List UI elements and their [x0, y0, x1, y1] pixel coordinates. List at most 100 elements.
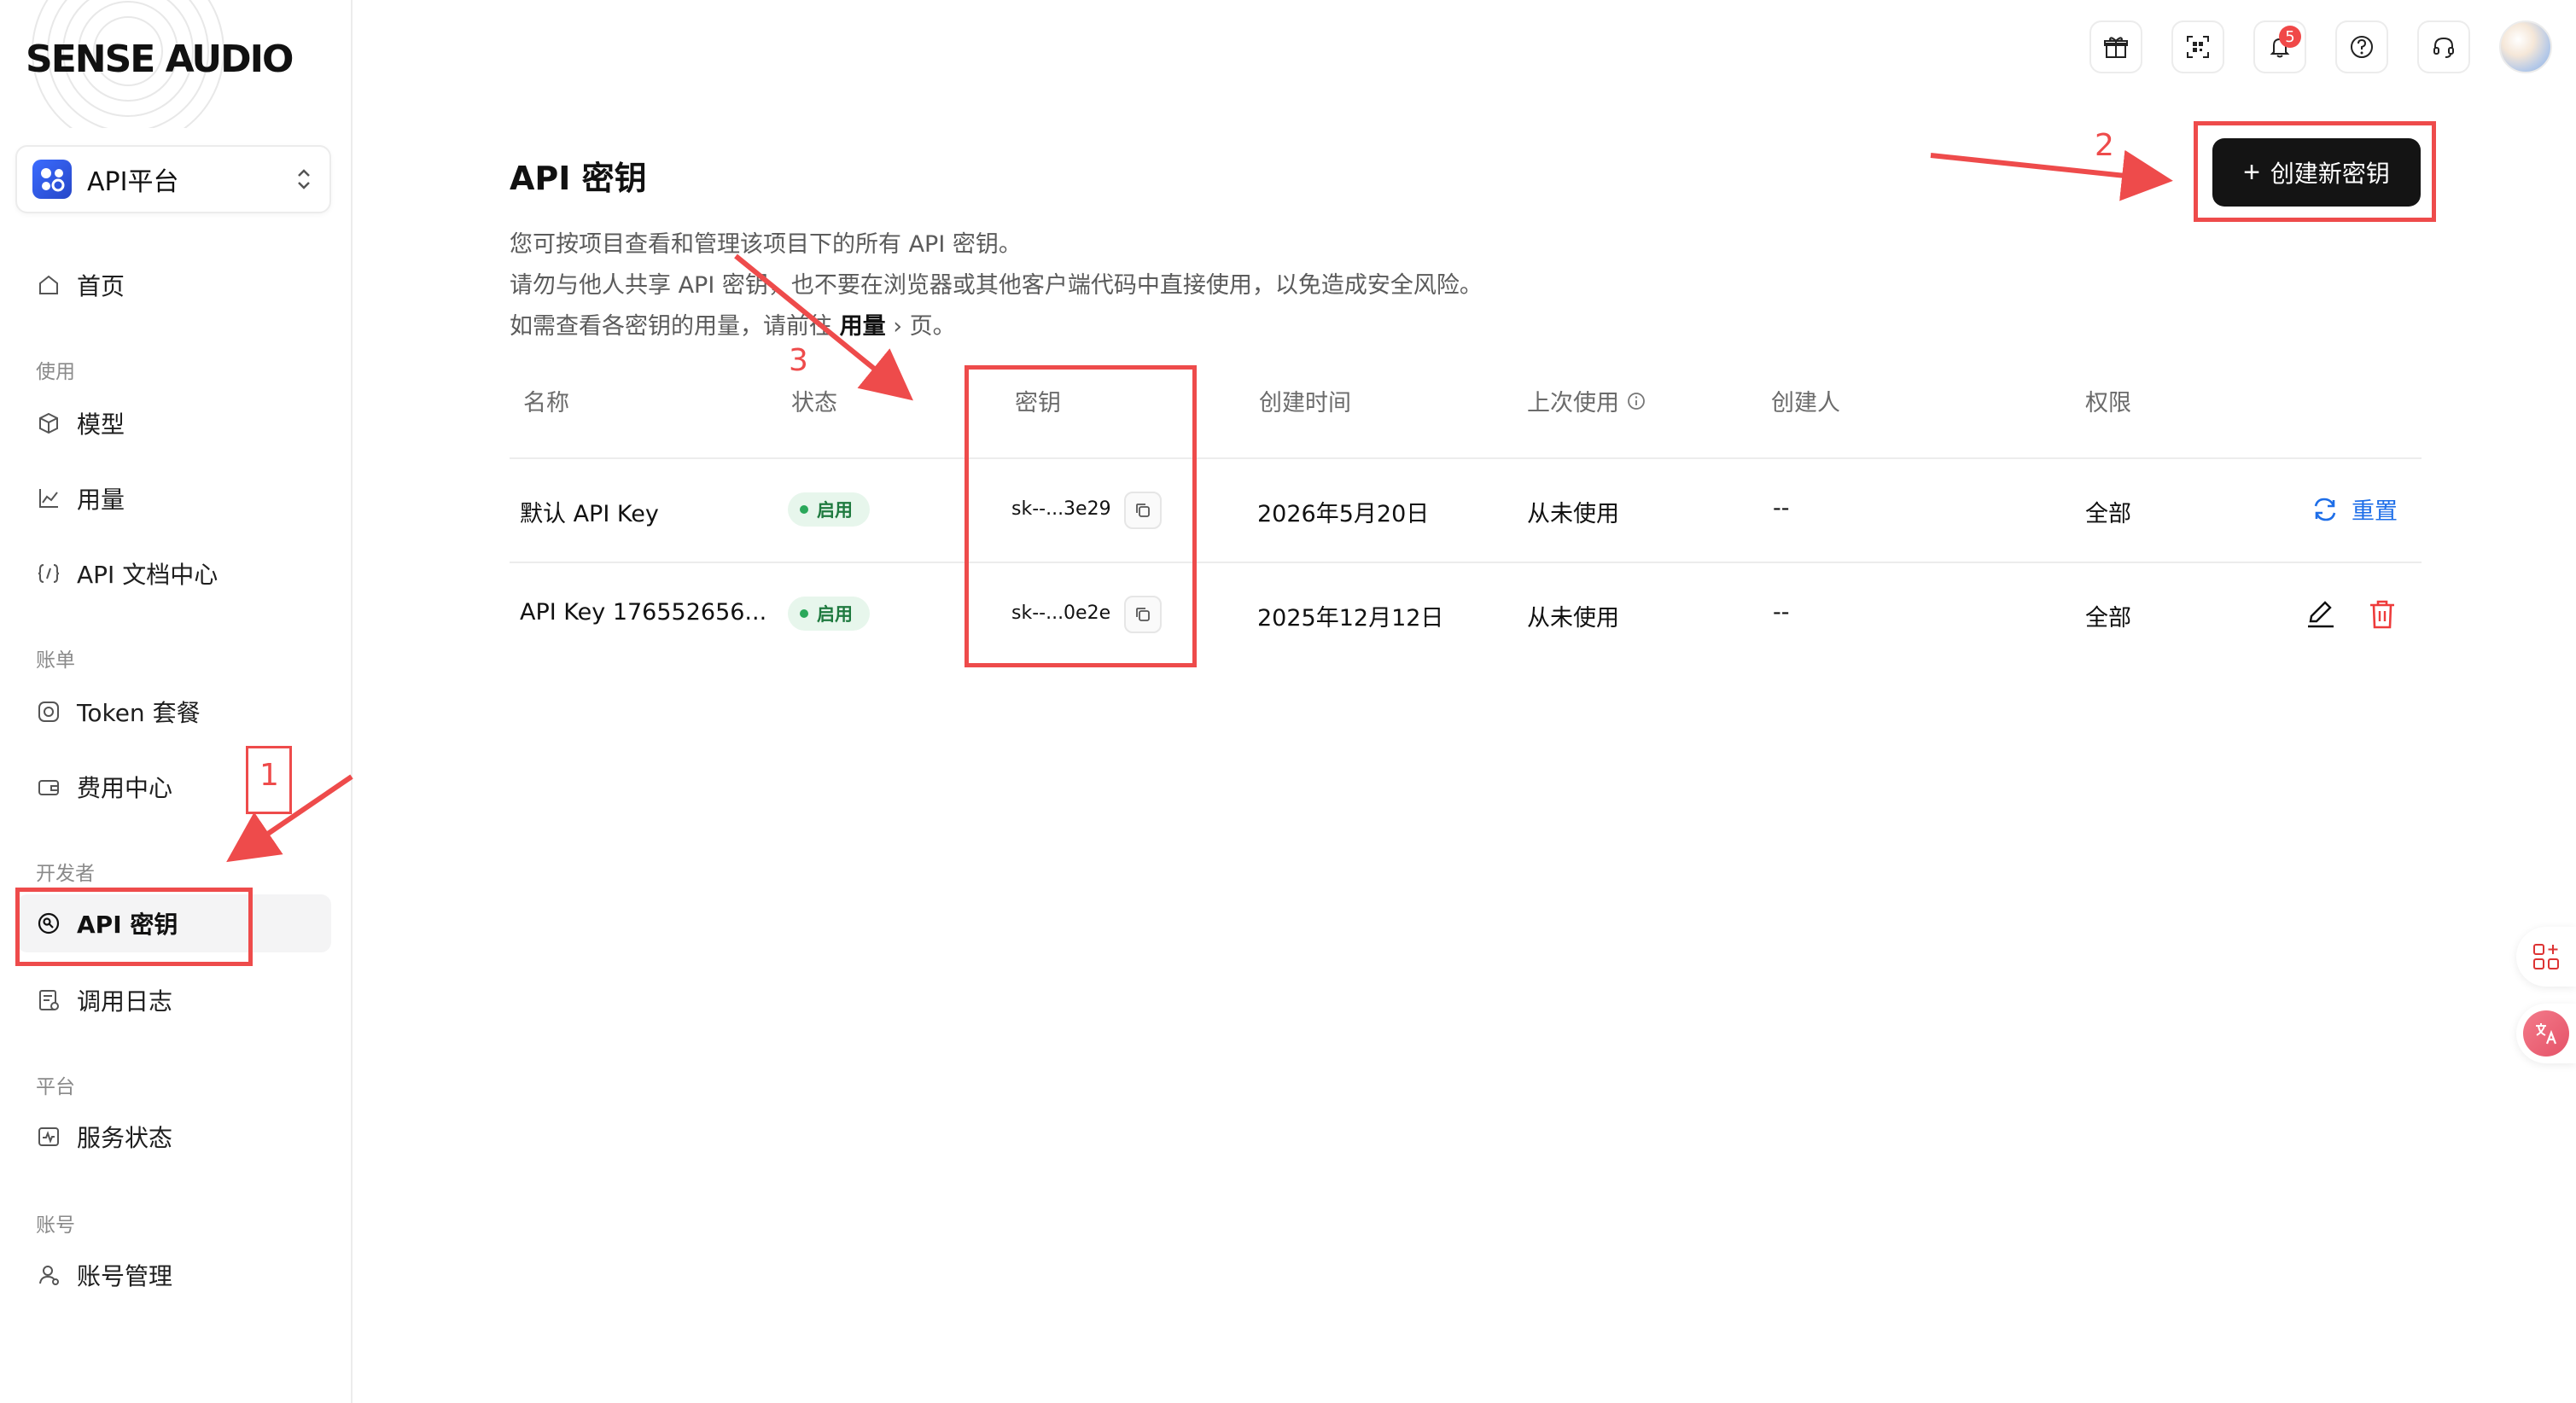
token-icon — [38, 702, 59, 722]
sidebar-item-label: Token 套餐 — [77, 699, 201, 727]
header-toolbar: 5 — [2089, 20, 2552, 73]
chart-line-icon — [39, 489, 58, 508]
sidebar-item-models[interactable]: 模型 — [17, 394, 331, 452]
annotation-number-1: 1 — [259, 758, 279, 793]
description-line-2: 请勿与他人共享 API 密钥，也不要在浏览器或其他客户端代码中直接使用，以免造成… — [510, 272, 1483, 299]
usage-link[interactable]: 用量 — [840, 313, 886, 340]
delete-key-button[interactable] — [2363, 596, 2401, 633]
qr-scan-button[interactable] — [2171, 20, 2224, 73]
trash-icon — [2370, 600, 2394, 629]
description-line-3: 如需查看各密钥的用量，请前往 用量 › 页。 — [510, 307, 956, 341]
status-badge: 启用 — [788, 597, 870, 631]
column-header-created: 创建时间 — [1259, 390, 1351, 416]
nav-group-account: 账号 — [36, 1214, 75, 1237]
chevron-right-icon: › — [893, 313, 902, 340]
apps-float-button[interactable] — [2516, 927, 2576, 987]
code-brackets-icon — [38, 564, 60, 583]
status-icon — [38, 1127, 59, 1146]
annotation-number-3: 3 — [789, 343, 808, 378]
reset-key-label: 重置 — [2352, 498, 2398, 525]
refresh-icon — [2314, 498, 2336, 521]
headset-icon — [2433, 37, 2454, 58]
nav-group-developer: 开发者 — [36, 863, 95, 885]
notifications-button[interactable]: 5 — [2253, 20, 2306, 73]
description-line-3-suffix: 页。 — [909, 313, 956, 340]
last-used: 从未使用 — [1527, 605, 1619, 632]
description-line-1: 您可按项目查看和管理该项目下的所有 API 密钥。 — [510, 231, 1022, 258]
home-icon — [39, 275, 58, 294]
info-icon[interactable] — [1626, 391, 1646, 411]
key-name: 默认 API Key — [520, 501, 659, 527]
reset-key-button[interactable]: 重置 — [2311, 492, 2398, 526]
pencil-icon — [2308, 601, 2334, 628]
brand-logo[interactable]: SENSE AUDIO — [26, 38, 294, 81]
gift-icon — [2104, 37, 2128, 58]
column-header-last-used-label: 上次使用 — [1527, 390, 1619, 416]
page-title: API 密钥 — [510, 160, 647, 197]
key-name: API Key 176552656... — [520, 599, 767, 626]
status-badge: 启用 — [788, 492, 870, 527]
row-divider — [510, 457, 2422, 459]
qr-scan-icon — [2187, 36, 2209, 58]
platform-select[interactable]: API平台 — [15, 145, 331, 213]
apps-add-icon — [2533, 944, 2559, 969]
translate-icon — [2523, 1010, 2569, 1057]
user-icon — [39, 1266, 59, 1285]
permission: 全部 — [2085, 501, 2131, 527]
sidebar-item-label: 调用日志 — [77, 987, 173, 1016]
help-icon — [2351, 36, 2373, 58]
nav-group-usage: 使用 — [36, 361, 75, 383]
sidebar-item-call-logs[interactable]: 调用日志 — [17, 971, 331, 1029]
sidebar-item-api-docs[interactable]: API 文档中心 — [17, 544, 331, 603]
nav-group-platform: 平台 — [36, 1076, 75, 1098]
avatar[interactable] — [2499, 20, 2552, 73]
translate-float-button[interactable] — [2516, 1004, 2576, 1063]
created-date: 2026年5月20日 — [1257, 501, 1430, 527]
sidebar-item-label: 模型 — [77, 410, 125, 439]
help-button[interactable] — [2335, 20, 2388, 73]
sidebar-item-service-status[interactable]: 服务状态 — [17, 1108, 331, 1166]
column-header-permission: 权限 — [2085, 390, 2131, 416]
support-button[interactable] — [2417, 20, 2470, 73]
status-badge-label: 启用 — [817, 500, 853, 521]
creator: -- — [1773, 495, 1790, 521]
annotation-overlay — [226, 149, 2173, 863]
log-icon — [39, 990, 59, 1010]
gift-button[interactable] — [2089, 20, 2142, 73]
row-divider — [510, 562, 2422, 563]
sidebar-item-label: 费用中心 — [77, 774, 173, 802]
column-header-status: 状态 — [791, 390, 837, 416]
chevron-updown-icon — [298, 169, 310, 189]
created-date: 2025年12月12日 — [1257, 605, 1444, 632]
sidebar-item-label: API 文档中心 — [77, 561, 219, 589]
sidebar-item-usage[interactable]: 用量 — [17, 469, 331, 527]
description-line-3-prefix: 如需查看各密钥的用量，请前往 — [510, 313, 832, 340]
annotation-arrow-2 — [1930, 149, 2173, 201]
notification-badge: 5 — [2279, 26, 2301, 48]
column-header-creator: 创建人 — [1771, 390, 1840, 416]
annotation-box-3 — [965, 365, 1197, 667]
sidebar-item-label: 首页 — [77, 272, 125, 300]
permission: 全部 — [2085, 605, 2131, 632]
sidebar: SENSE AUDIO API平台 首页 使用 模型 用量 API 文档中心 账… — [0, 0, 353, 1403]
platform-icon — [32, 160, 72, 199]
creator: -- — [1773, 599, 1790, 626]
sidebar-item-token-plan[interactable]: Token 套餐 — [17, 683, 331, 741]
sidebar-item-label: 账号管理 — [77, 1262, 173, 1290]
column-header-name: 名称 — [523, 390, 569, 416]
sidebar-item-label: 用量 — [77, 486, 125, 514]
status-badge-label: 启用 — [817, 604, 853, 625]
annotation-number-2: 2 — [2095, 128, 2114, 163]
column-header-last-used: 上次使用 — [1527, 384, 1646, 417]
sidebar-item-label: 服务状态 — [77, 1124, 173, 1152]
annotation-box-1 — [15, 888, 253, 966]
annotation-box-2 — [2194, 121, 2436, 222]
sidebar-item-account-management[interactable]: 账号管理 — [17, 1246, 331, 1304]
cube-icon — [39, 412, 58, 434]
platform-label: API平台 — [87, 167, 179, 197]
nav-group-billing: 账单 — [36, 649, 75, 672]
edit-key-button[interactable] — [2302, 596, 2340, 633]
sidebar-item-home[interactable]: 首页 — [17, 256, 331, 314]
wallet-icon — [38, 780, 59, 795]
last-used: 从未使用 — [1527, 501, 1619, 527]
